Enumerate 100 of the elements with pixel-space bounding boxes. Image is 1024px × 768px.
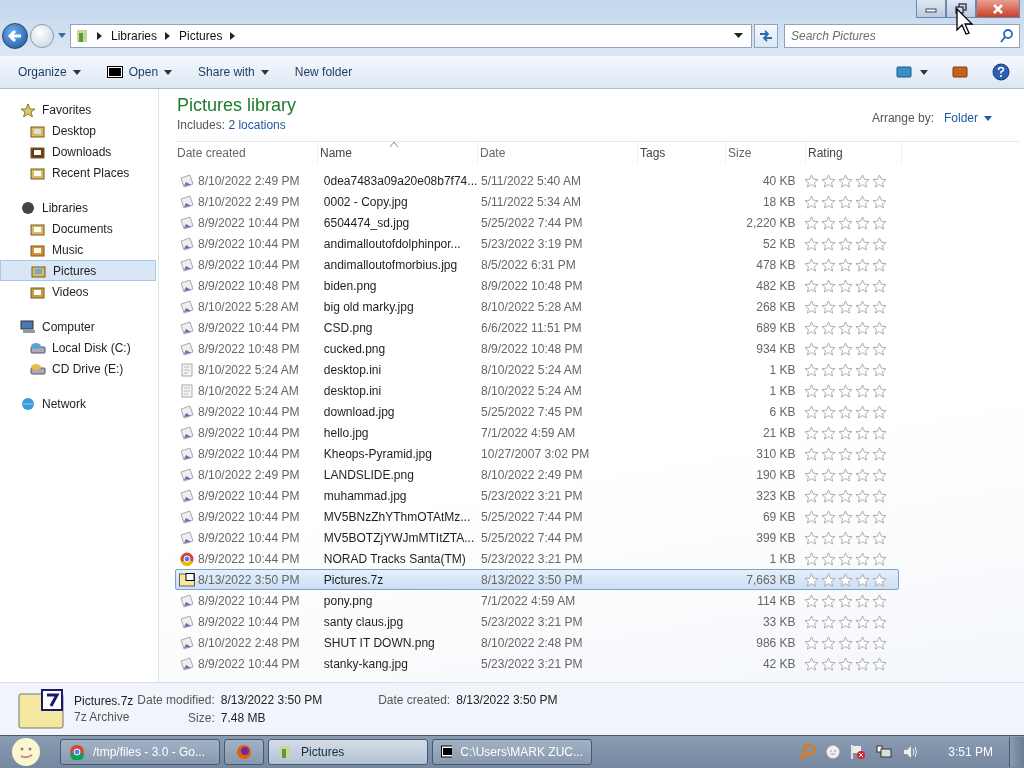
sidebar-item[interactable]: Favorites <box>0 99 156 120</box>
sidebar-item[interactable]: Recent Places <box>0 162 156 183</box>
column-header[interactable]: Size <box>726 142 806 164</box>
file-row[interactable]: 8/10/2022 2:49 PM 0dea7483a09a20e08b7f74... 5/11/2022 5:40 AM 40 KB <box>175 170 899 191</box>
file-row[interactable]: 8/9/2022 10:44 PM hello.jpg 7/1/2022 4:59 AM 21 KB <box>175 422 899 443</box>
table-cell-text: 1 KB <box>768 383 796 398</box>
network-icon[interactable] <box>876 744 893 760</box>
file-row[interactable]: 8/9/2022 10:44 PM andimalloutofdolphinpor... 5/23/2022 3:19 PM 52 KB <box>175 233 899 254</box>
magnifier-icon[interactable] <box>798 743 817 761</box>
file-row[interactable]: 8/9/2022 10:48 PM cucked.png 8/9/2022 10:48 PM 934 KB <box>175 338 899 359</box>
sidebar-item[interactable]: Desktop <box>0 120 156 141</box>
locations-link[interactable]: 2 locations <box>228 118 286 132</box>
sidebar-item[interactable]: Downloads <box>0 141 156 162</box>
view-icon[interactable] <box>896 66 912 78</box>
help-icon[interactable] <box>992 63 1010 81</box>
flag-icon[interactable] <box>850 744 867 760</box>
file-row[interactable]: 8/9/2022 10:44 PM CSD.png 6/6/2022 11:51 PM 689 KB <box>175 317 899 338</box>
file-row[interactable]: 8/10/2022 5:28 AM big old marky.jpg 8/10/2022 5:28 AM 268 KB <box>175 296 899 317</box>
search-icon[interactable] <box>1000 29 1014 43</box>
table-cell-text: 6 KB <box>768 404 796 419</box>
close-button[interactable] <box>976 0 1020 18</box>
image-file-icon <box>179 656 195 671</box>
history-caret-icon[interactable] <box>58 33 66 39</box>
column-header[interactable]: Tags <box>638 142 726 164</box>
file-row[interactable]: 8/9/2022 10:48 PM biden.png 8/9/2022 10:48 PM 482 KB <box>175 275 899 296</box>
breadcrumb[interactable]: Pictures <box>179 29 223 43</box>
close-icon <box>991 2 1005 15</box>
taskbar-button[interactable] <box>224 739 264 765</box>
table-cell-text: 5/23/2022 3:21 PM <box>481 551 584 566</box>
sidebar-item[interactable]: Videos <box>0 281 156 302</box>
sidebar-item[interactable]: Music <box>0 239 156 260</box>
file-row[interactable]: 8/9/2022 10:44 PM Kheops-Pyramid.jpg 10/27/2007 3:02 PM 310 KB <box>175 443 899 464</box>
arrange-dropdown[interactable]: Folder <box>942 109 994 127</box>
sidebar-item[interactable]: Computer <box>0 316 156 337</box>
sidebar-item[interactable]: Local Disk (C:) <box>0 337 156 358</box>
file-row[interactable]: 8/9/2022 10:44 PM MV5BNzZhYThmOTAtMz... 5/25/2022 7:44 PM 69 KB <box>175 506 899 527</box>
file-name: pony.png <box>323 593 374 608</box>
arrange-label: Arrange by: <box>871 111 934 125</box>
file-row[interactable]: 8/9/2022 10:44 PM stanky-kang.jpg 5/23/2022 3:21 PM 42 KB <box>175 653 899 674</box>
file-row[interactable]: 8/9/2022 10:44 PM NORAD Tracks Santa(TM) 5/23/2022 3:21 PM 1 KB <box>175 548 899 569</box>
show-desktop-button[interactable] <box>1009 737 1024 767</box>
image-file-icon <box>179 488 195 503</box>
file-row[interactable]: 8/9/2022 10:44 PM download.jpg 5/25/2022 7:45 PM 6 KB <box>175 401 899 422</box>
table-cell-text: 8/9/2022 10:48 PM <box>481 341 584 356</box>
sidebar-item[interactable]: Libraries <box>0 197 156 218</box>
settings-file-icon <box>179 383 195 398</box>
toolbar-button[interactable]: New folder <box>284 61 363 83</box>
address-bar[interactable]: Libraries Pictures <box>70 24 752 48</box>
taskbar-button[interactable]: Pictures <box>268 739 428 765</box>
search-field[interactable]: Search Pictures <box>784 24 1020 48</box>
breadcrumb[interactable]: Libraries <box>111 29 158 43</box>
table-cell-text: 8/9/2022 10:44 PM <box>198 446 301 461</box>
file-name: SHUT IT DOWN.png <box>323 635 436 650</box>
file-row[interactable]: 8/9/2022 10:44 PM 6504474_sd.jpg 5/25/2022 7:44 PM 2,220 KB <box>175 212 899 233</box>
back-button[interactable] <box>2 23 28 49</box>
column-header[interactable]: Name <box>318 142 478 164</box>
table-cell-text: 8/9/2022 10:48 PM <box>481 278 584 293</box>
column-header[interactable]: Rating <box>806 142 902 164</box>
toolbar-button[interactable]: Organize <box>8 61 91 83</box>
sidebar-item[interactable]: Network <box>0 393 156 414</box>
file-row[interactable]: 8/9/2022 10:44 PM MV5BOTZjYWJmMTItZTA... 5/25/2022 7:44 PM 399 KB <box>175 527 899 548</box>
refresh-button[interactable] <box>754 24 778 48</box>
sidebar-item[interactable]: Pictures <box>0 260 156 281</box>
file-row[interactable]: 8/13/2022 3:50 PM Pictures.7z 8/13/2022 3:50 PM 7,663 KB <box>175 569 899 590</box>
toolbar-button[interactable]: Share with <box>188 61 279 83</box>
file-row[interactable]: 8/10/2022 5:24 AM desktop.ini 8/10/2022 5:24 AM 1 KB <box>175 380 899 401</box>
file-row[interactable]: 8/9/2022 10:44 PM andimalloutofmorbius.jpg 8/5/2022 6:31 PM 478 KB <box>175 254 899 275</box>
column-header[interactable]: Date created <box>175 142 318 164</box>
table-cell-text: 8/9/2022 10:48 PM <box>198 341 301 356</box>
breadcrumb-arrow-icon[interactable] <box>230 32 237 40</box>
image-file-icon <box>179 299 195 314</box>
file-row[interactable]: 8/10/2022 5:24 AM desktop.ini 8/10/2022 5:24 AM 1 KB <box>175 359 899 380</box>
sidebar-item[interactable]: CD Drive (E:) <box>0 358 156 379</box>
table-cell-text: 52 KB <box>761 236 796 251</box>
preview-pane-icon[interactable] <box>952 66 968 78</box>
sidebar-item[interactable]: Documents <box>0 218 156 239</box>
toolbar-button[interactable]: Open <box>96 61 183 83</box>
table-cell-text: 8/10/2022 5:24 AM <box>481 362 583 377</box>
column-header[interactable]: Date <box>478 142 638 164</box>
caret-icon <box>984 115 992 121</box>
dropdown-caret-icon[interactable] <box>734 33 743 39</box>
file-row[interactable]: 8/9/2022 10:44 PM pony.png 7/1/2022 4:59 AM 114 KB <box>175 590 899 611</box>
library-icon <box>277 744 293 760</box>
browser-icon <box>179 551 195 566</box>
table-cell-text: 8/9/2022 10:44 PM <box>198 530 301 545</box>
smiley-icon[interactable] <box>826 745 841 759</box>
caret-icon[interactable] <box>920 69 928 75</box>
file-name: CSD.png <box>323 320 374 335</box>
file-row[interactable]: 8/10/2022 2:49 PM LANDSLIDE.png 8/10/2022 2:49 PM 190 KB <box>175 464 899 485</box>
detail-label: Size: <box>187 711 215 725</box>
drive-icon <box>30 340 46 355</box>
breadcrumb-arrow-icon[interactable] <box>165 32 172 40</box>
speaker-icon[interactable] <box>902 744 919 760</box>
breadcrumb-arrow-icon[interactable] <box>97 32 103 40</box>
folder-icon <box>30 242 46 257</box>
file-row[interactable]: 8/10/2022 2:49 PM 0002 - Copy.jpg 5/11/2022 5:34 AM 18 KB <box>175 191 899 212</box>
file-row[interactable]: 8/9/2022 10:44 PM santy claus.jpg 5/23/2022 3:21 PM 33 KB <box>175 611 899 632</box>
file-row[interactable]: 8/9/2022 10:44 PM muhammad.jpg 5/23/2022 3:21 PM 323 KB <box>175 485 899 506</box>
file-row[interactable]: 8/10/2022 2:48 PM SHUT IT DOWN.png 8/10/2022 2:48 PM 986 KB <box>175 632 899 653</box>
image-file-icon <box>179 635 195 650</box>
